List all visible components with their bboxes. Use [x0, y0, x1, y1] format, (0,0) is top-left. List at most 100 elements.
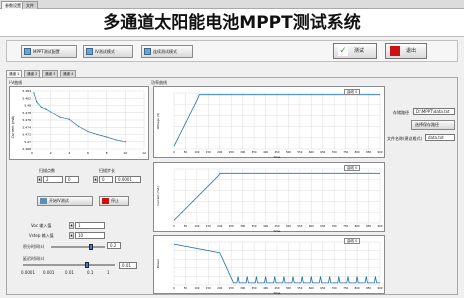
iv-xtick-label: 10 [123, 151, 127, 155]
scan-step-field[interactable]: 0 [99, 176, 113, 183]
delay-tick-1: 0.001 [43, 270, 55, 275]
voltage-xtick-label: 350 [252, 150, 257, 154]
current-xtick-label: 250 [229, 224, 234, 228]
voc-field[interactable]: 1 [75, 222, 105, 229]
power-chart-svg: 0 50 100 150 200 250 300 350 400 450 500 550 600 650 7… [156, 241, 383, 295]
current-xtick-label: 350 [252, 224, 257, 228]
mppt-config-button[interactable]: MPPT测试配置 [21, 45, 77, 58]
iv-ytick-label: 5.478 [22, 111, 31, 115]
toolbar: MPPT测试配置 IV测试模式 连续测试模式 ✓ 测试 退出 [6, 40, 458, 62]
voc-label: Voc 输入值 [31, 223, 52, 228]
browse-button[interactable]: 选择保存路径 [411, 120, 455, 130]
integration-slider-handle[interactable] [89, 244, 93, 250]
current-ylabel: Current (mA) [156, 186, 160, 206]
iv-point [45, 108, 47, 110]
current-xtick-label: 850 [366, 224, 371, 228]
voltage-xtick-label: 900 [378, 150, 383, 154]
integration-slider[interactable] [51, 246, 105, 248]
save-path-field[interactable]: D:\MPPT\data.txt [413, 108, 455, 115]
voc-spin[interactable]: ▲ [69, 222, 74, 229]
scan-points-field[interactable]: 2 [43, 176, 63, 183]
iv-mode-button[interactable]: IV测试模式 [83, 45, 133, 58]
iv-point [87, 131, 89, 133]
voltage-xlabel: time [274, 155, 281, 159]
delay-label: 延迟时间(s) [23, 256, 45, 261]
voltage-xtick-label: 200 [217, 150, 222, 154]
current-xtick-label: 400 [263, 224, 268, 228]
iv-ytick-label: 5.474 [22, 125, 31, 129]
power-xtick-label: 700 [332, 286, 337, 290]
top-tab-bar: 参数设置 文件 [0, 0, 464, 9]
power-xtick-label: 500 [286, 286, 291, 290]
voltage-xtick-label: 500 [286, 150, 291, 154]
scan-step-field-2[interactable]: 0.0001 [115, 176, 141, 183]
current-xtick-label: 50 [184, 224, 188, 228]
current-xtick-label: 300 [240, 224, 245, 228]
iv-ytick-label: 5.48 [24, 104, 31, 108]
voltage-chart-svg: 0 50 100 150 200 250 300 350 400 450 500 550 600 650 7… [156, 92, 383, 159]
current-xtick-label: 500 [286, 224, 291, 228]
current-xtick-label: 900 [378, 224, 383, 228]
delay-slider[interactable] [23, 264, 115, 266]
tab-file[interactable]: 文件 [22, 1, 38, 9]
file-name-field[interactable]: data.txt [425, 134, 455, 141]
iv-xtick-label: 0 [31, 151, 33, 155]
iv-point [96, 133, 98, 136]
continuous-mode-button[interactable]: 连续测试模式 [141, 45, 193, 58]
voltage-xtick-label: 850 [366, 150, 371, 154]
iv-xtick-label: 6 [87, 151, 89, 155]
voltage-chart-legend[interactable]: 曲线 0 [344, 89, 361, 95]
delay-field[interactable]: 0.01 [119, 262, 137, 269]
iv-point [106, 136, 108, 138]
scan-points-spin[interactable]: ▲ [37, 176, 42, 183]
iv-ytick-label: 5.468 [22, 147, 31, 151]
current-xtick-label: 200 [217, 224, 222, 228]
current-chart: 0 50 100 150 200 250 300 350 400 450 500 550 600 650 7… [153, 162, 385, 233]
iv-ylabel: Current (mA) [11, 115, 15, 138]
file-name-label: 文件名称(建议格式) [387, 136, 423, 141]
exit-button[interactable]: 退出 [385, 43, 427, 59]
power-chart-legend[interactable]: 曲线 0 [344, 238, 361, 244]
stop-iv-button[interactable]: 停止 [99, 196, 129, 206]
vstep-spin[interactable]: ▲ [69, 232, 74, 239]
voltage-xtick-label: 0 [173, 150, 175, 154]
power-xtick-label: 100 [194, 286, 199, 290]
voltage-xtick-label: 600 [309, 150, 314, 154]
start-iv-button[interactable]: 开始IV测试 [37, 196, 93, 206]
iv-ytick-label: 5.47 [24, 140, 31, 144]
vstep-label: Vstep 输入值 [29, 233, 54, 238]
iv-icon [86, 48, 93, 55]
channel-panel: I-V曲线 Current (mA) 5.484 5.482 5.48 5.478 5.… [6, 77, 458, 295]
power-xtick-label: 400 [263, 286, 268, 290]
check-icon: ✓ [338, 46, 348, 56]
scan-step-spin[interactable]: ▲ [93, 176, 98, 183]
power-xtick-label: 550 [297, 286, 302, 290]
run-test-button[interactable]: ✓ 测试 [333, 43, 377, 59]
iv-ytick-label: 5.476 [22, 118, 31, 122]
iv-ytick-label: 5.482 [22, 96, 31, 100]
delay-tick-3: 0.1 [87, 270, 94, 275]
current-chart-legend[interactable]: 曲线 0 [344, 165, 361, 171]
power-xtick-label: 250 [229, 286, 234, 290]
voltage-xtick-label: 750 [343, 150, 348, 154]
stop-icon [390, 46, 400, 56]
play-icon [40, 198, 47, 204]
current-xtick-label: 700 [332, 224, 337, 228]
current-xtick-label: 800 [355, 224, 360, 228]
current-xtick-label: 450 [275, 224, 280, 228]
scan-points-field-2[interactable]: 0 [65, 176, 79, 183]
voltage-ylabel: Voltage (V) [156, 113, 160, 130]
power-xtick-label: 300 [240, 286, 245, 290]
current-xtick-label: 100 [194, 224, 199, 228]
page-title: 多通道太阳能电池MPPT测试系统 [0, 9, 464, 37]
power-xtick-label: 50 [184, 286, 188, 290]
delay-tick-2: 0.01 [65, 270, 74, 275]
integration-field[interactable]: 0.2 [107, 242, 121, 249]
iv-point [68, 118, 70, 120]
power-xtick-label: 200 [217, 286, 222, 290]
vstep-field[interactable]: 10 [75, 232, 105, 239]
voltage-xtick-label: 700 [332, 150, 337, 154]
delay-tick-4: 1 [107, 270, 110, 275]
delay-slider-handle[interactable] [85, 262, 89, 268]
continuous-icon [144, 48, 151, 55]
